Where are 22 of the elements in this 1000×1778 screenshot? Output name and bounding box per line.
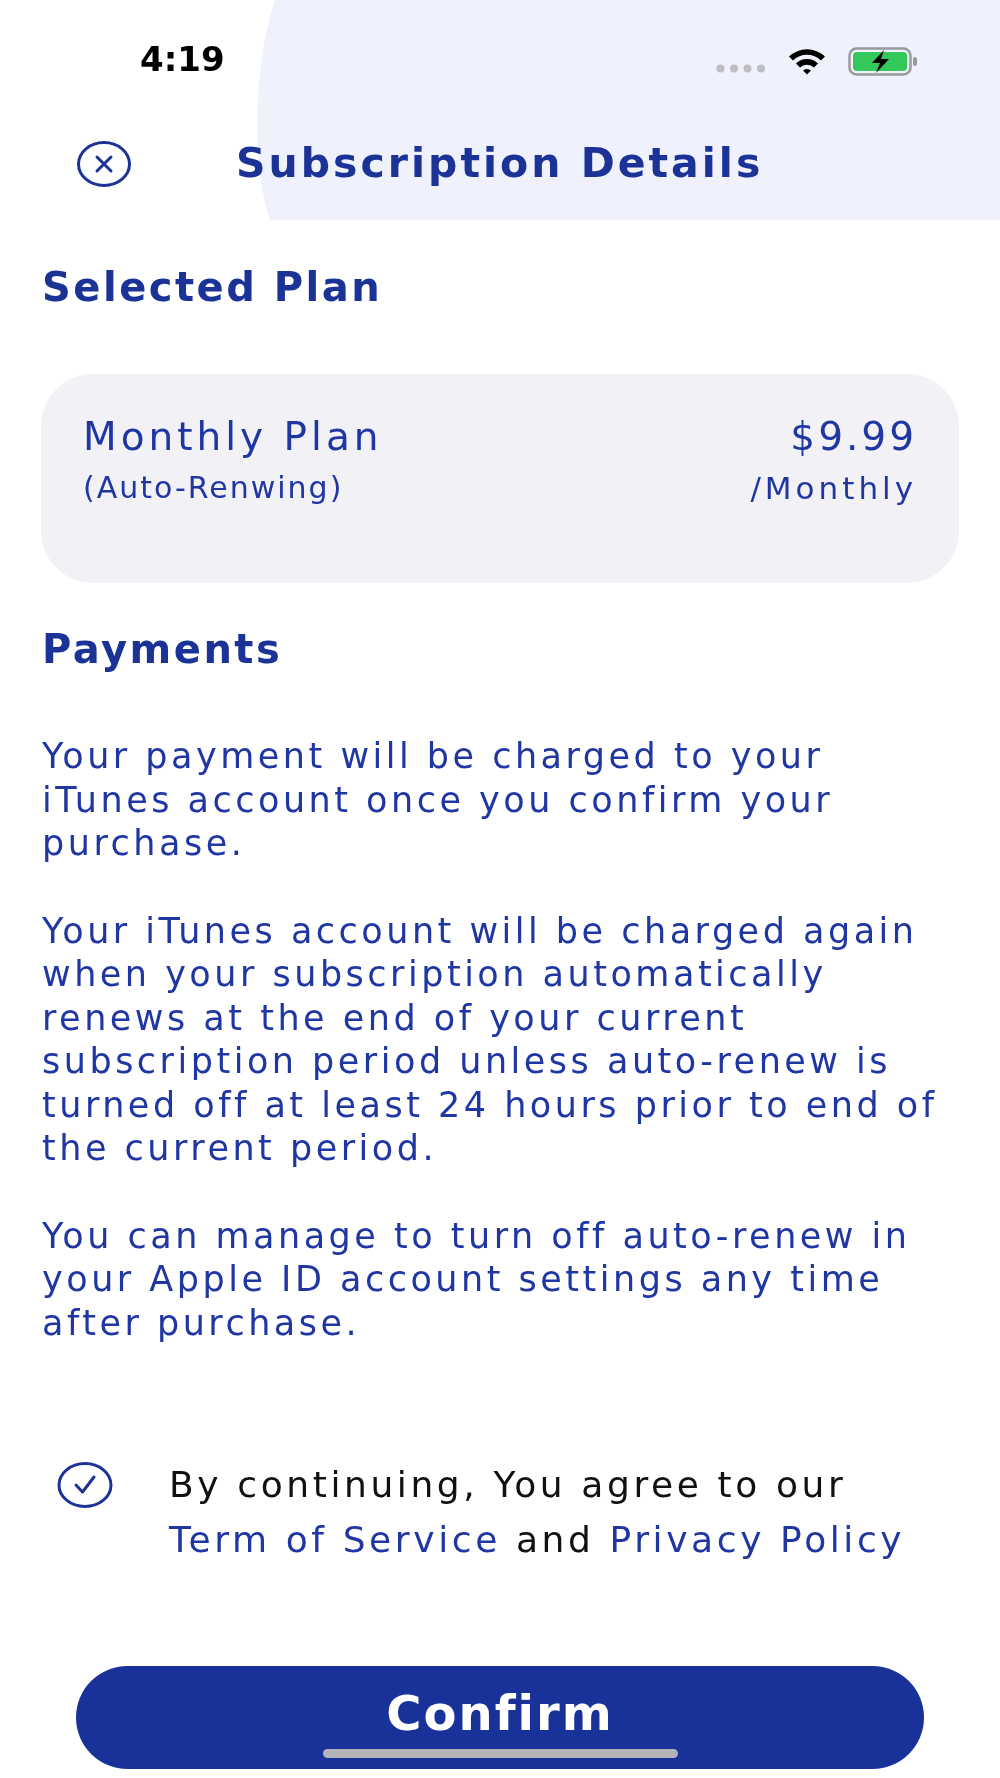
plan-note: (Auto-Renwing) bbox=[83, 469, 345, 507]
page-title: Subscription Details bbox=[236, 139, 764, 189]
section-heading: Payments bbox=[42, 626, 284, 672]
section-heading: Selected Plan bbox=[42, 264, 384, 310]
wifi-icon bbox=[788, 47, 826, 75]
confirm-button[interactable]: Confirm bbox=[76, 1666, 924, 1769]
payment-paragraph: Your payment will be charged to your iTunes account once you confirm your purchase. bbox=[42, 735, 835, 865]
plan-price: $9.99 bbox=[790, 414, 917, 460]
plan-name: Monthly Plan bbox=[83, 414, 383, 460]
plan-period: /Monthly bbox=[750, 469, 917, 508]
privacy-link[interactable]: Privacy Policy bbox=[609, 1519, 906, 1560]
terms-link[interactable]: Term of Service bbox=[169, 1519, 501, 1560]
check-circle-icon bbox=[57, 1462, 113, 1508]
close-button[interactable] bbox=[77, 141, 131, 187]
status-time: 4:19 bbox=[140, 42, 225, 76]
agreement-text: By continuing, You agree to our Term of Service and Privacy Policy bbox=[169, 1463, 907, 1562]
agree-checkbox[interactable] bbox=[57, 1462, 113, 1508]
payment-paragraph: Your iTunes account will be charged again when your subscription automatically renews at the end of your current subscription period unless auto-renew is turned off at least 24 hours prior to end of the current period. bbox=[42, 909, 939, 1170]
signal-icon bbox=[716, 63, 766, 73]
payment-paragraph: You can manage to turn off auto-renew in your Apple ID account settings any time after purchase. bbox=[42, 1214, 912, 1345]
battery-icon bbox=[848, 46, 918, 76]
close-icon bbox=[77, 141, 131, 187]
